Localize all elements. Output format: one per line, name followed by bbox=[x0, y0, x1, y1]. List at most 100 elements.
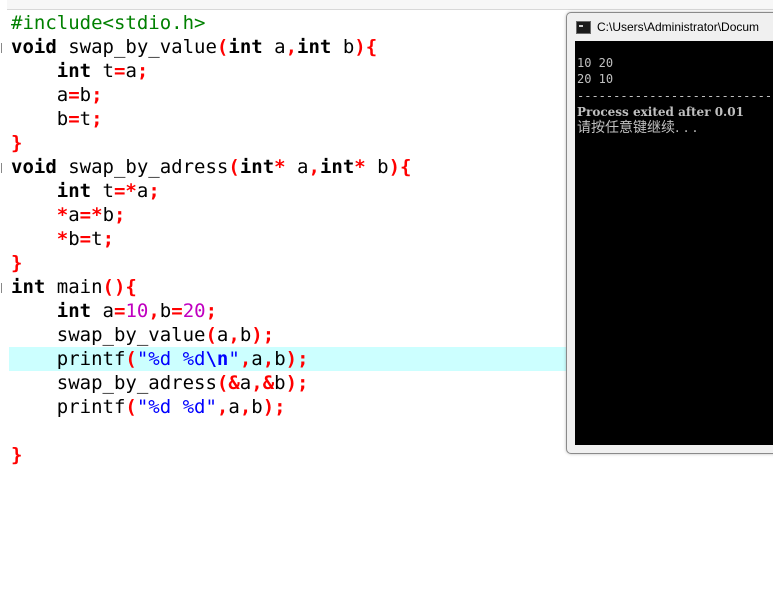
code-token: ; bbox=[114, 204, 126, 226]
code-token: a bbox=[251, 348, 263, 370]
console-title-bar[interactable]: C:\Users\Administrator\Docum bbox=[567, 13, 773, 41]
code-token: b bbox=[102, 204, 115, 226]
fold-marker-swap-by-adress[interactable] bbox=[1, 163, 6, 173]
code-line[interactable]: printf("%d %d",a,b); bbox=[11, 395, 286, 419]
code-token: " bbox=[228, 348, 240, 370]
code-token: (){ bbox=[102, 276, 137, 298]
code-token: , bbox=[148, 300, 160, 322]
code-line[interactable]: int a=10,b=20; bbox=[11, 299, 217, 323]
code-token: ); bbox=[285, 372, 309, 394]
code-token: t bbox=[91, 228, 103, 250]
code-token: * bbox=[354, 156, 366, 178]
code-token: swap_by_adress bbox=[11, 372, 217, 394]
editor-top-border bbox=[0, 0, 773, 10]
code-token: int bbox=[56, 300, 92, 322]
code-line[interactable]: swap_by_adress(&a,&b); bbox=[11, 371, 309, 395]
console-output-line: 10 20 bbox=[577, 56, 614, 70]
console-title: C:\Users\Administrator\Docum bbox=[597, 20, 760, 34]
code-token: = bbox=[68, 108, 80, 130]
code-token: b bbox=[331, 36, 355, 58]
code-token: } bbox=[11, 252, 23, 274]
console-window-icon bbox=[576, 21, 591, 34]
code-token: a bbox=[285, 156, 309, 178]
code-token: b bbox=[79, 84, 92, 106]
code-token: b bbox=[11, 108, 69, 130]
code-token: a bbox=[262, 36, 286, 58]
code-token: a bbox=[216, 324, 229, 346]
code-token: a bbox=[125, 60, 137, 82]
code-token: ){ bbox=[388, 156, 412, 178]
code-line[interactable]: void swap_by_adress(int* a,int* b){ bbox=[11, 155, 412, 179]
code-token: ){ bbox=[354, 36, 378, 58]
code-token: b bbox=[251, 396, 263, 418]
code-line[interactable]: b=t; bbox=[11, 107, 103, 131]
code-token: , bbox=[308, 156, 320, 178]
console-window[interactable]: C:\Users\Administrator\Docum 10 20 20 10… bbox=[566, 12, 773, 454]
code-token: int bbox=[56, 180, 92, 202]
code-token: ( bbox=[228, 156, 240, 178]
code-token: ( bbox=[216, 36, 229, 58]
code-token: b bbox=[365, 156, 389, 178]
console-process-exit-line: Process exited after 0.01 bbox=[577, 105, 744, 119]
code-token: a bbox=[136, 180, 149, 202]
code-line[interactable]: *b=t; bbox=[11, 227, 114, 251]
code-line[interactable]: void swap_by_value(int a,int b){ bbox=[11, 35, 377, 59]
code-token: =* bbox=[113, 180, 137, 202]
code-token: #include<stdio.h> bbox=[11, 12, 206, 34]
fold-marker-swap-by-value[interactable] bbox=[1, 43, 6, 53]
fold-marker-main[interactable] bbox=[1, 283, 6, 293]
code-token: a bbox=[91, 300, 114, 322]
code-token: = bbox=[68, 84, 80, 106]
editor-gutter bbox=[0, 0, 7, 609]
code-token: , bbox=[262, 348, 275, 370]
code-token: = bbox=[171, 300, 183, 322]
code-token: , bbox=[285, 36, 298, 58]
code-line[interactable]: int t=a; bbox=[11, 59, 149, 83]
code-token: int bbox=[56, 60, 92, 82]
code-line[interactable]: a=b; bbox=[11, 83, 103, 107]
console-separator: -------------------------------- bbox=[577, 89, 773, 103]
code-token: 10 bbox=[125, 300, 149, 322]
code-token: a bbox=[68, 204, 80, 226]
code-line[interactable]: } bbox=[11, 443, 22, 467]
code-token: printf bbox=[11, 348, 126, 370]
code-line[interactable]: int main(){ bbox=[11, 275, 137, 299]
code-token: void bbox=[11, 156, 57, 178]
code-line[interactable]: } bbox=[11, 131, 22, 155]
code-line[interactable]: #include<stdio.h> bbox=[11, 11, 205, 35]
code-token: ,& bbox=[251, 372, 275, 394]
code-token: b bbox=[159, 300, 172, 322]
code-token: * bbox=[274, 156, 286, 178]
code-token: b bbox=[274, 348, 286, 370]
code-token: a bbox=[11, 84, 69, 106]
code-token: } bbox=[11, 132, 23, 154]
code-token: swap_by_value bbox=[11, 324, 206, 346]
code-token: \n bbox=[205, 348, 229, 370]
code-token: , bbox=[239, 348, 252, 370]
code-token: b bbox=[68, 228, 80, 250]
code-token: "%d %d bbox=[136, 348, 206, 370]
code-token: ; bbox=[102, 228, 115, 250]
code-line[interactable]: } bbox=[11, 251, 22, 275]
code-token: t bbox=[91, 180, 114, 202]
code-token: int bbox=[297, 36, 332, 58]
code-line[interactable]: int t=*a; bbox=[11, 179, 160, 203]
code-line[interactable]: printf("%d %d\n",a,b); bbox=[11, 347, 309, 371]
code-token: 20 bbox=[182, 300, 206, 322]
code-token: ( bbox=[125, 396, 137, 418]
console-output-area[interactable]: 10 20 20 10 ----------------------------… bbox=[575, 41, 773, 445]
code-token: = bbox=[79, 228, 92, 250]
code-token: int bbox=[228, 36, 263, 58]
code-token: ; bbox=[148, 180, 160, 202]
code-token: int bbox=[239, 156, 275, 178]
code-token: , bbox=[216, 396, 229, 418]
code-token: b bbox=[274, 372, 286, 394]
code-token: ; bbox=[136, 60, 149, 82]
code-line[interactable]: swap_by_value(a,b); bbox=[11, 323, 274, 347]
code-line[interactable]: *a=*b; bbox=[11, 203, 126, 227]
